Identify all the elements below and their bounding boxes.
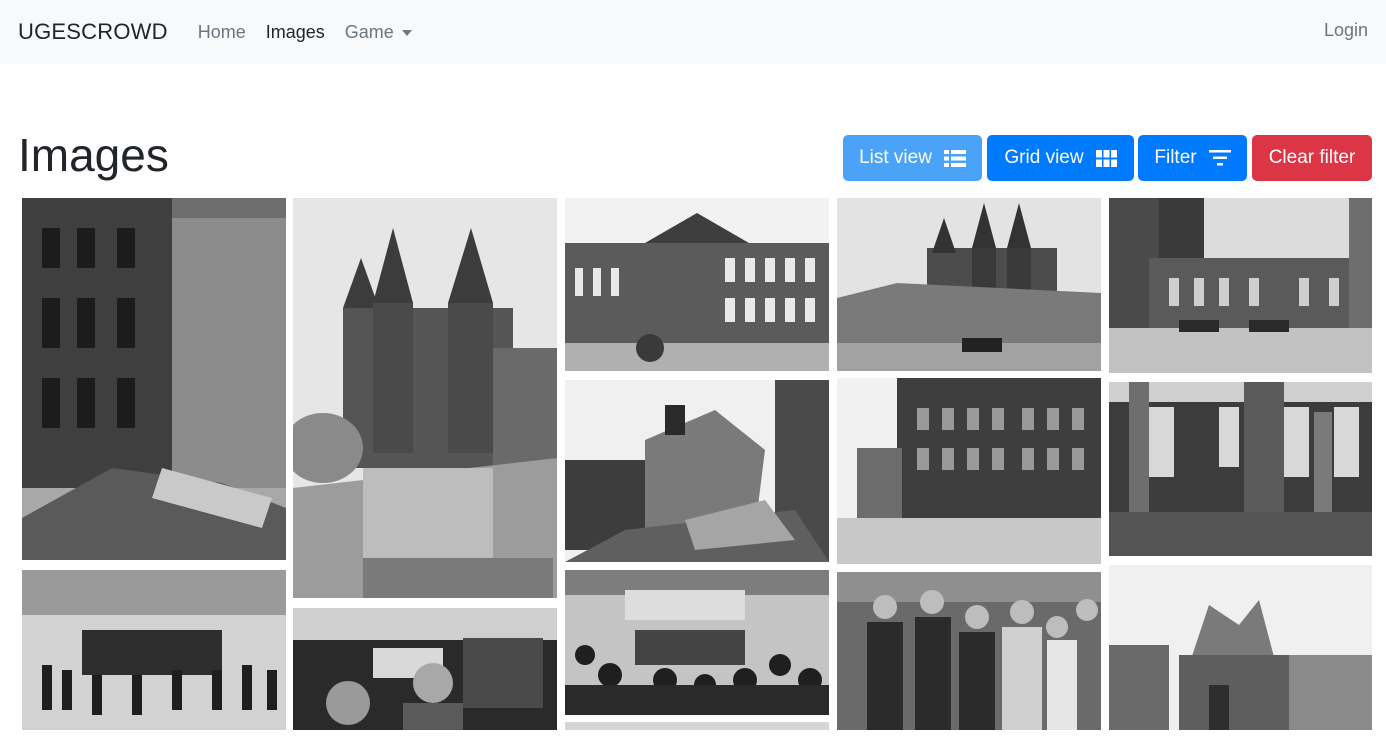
- list-icon: [943, 149, 966, 167]
- photo-soldiers-sign: [293, 608, 557, 730]
- photo-crowd-tank: [22, 570, 286, 730]
- photo-church-interior: [1109, 382, 1372, 556]
- brand-logo[interactable]: UGESCROWD: [18, 19, 168, 45]
- image-tile[interactable]: [293, 198, 557, 598]
- filter-label: Filter: [1154, 147, 1197, 168]
- page-title: Images: [18, 129, 169, 181]
- image-tile[interactable]: [22, 198, 286, 560]
- image-tile[interactable]: [1109, 198, 1372, 373]
- image-tile[interactable]: [565, 570, 829, 715]
- navbar: UGESCROWD Home Images Game Login: [0, 0, 1386, 64]
- photo-parade-tank: [565, 570, 829, 715]
- login-link[interactable]: Login: [1324, 20, 1368, 41]
- image-tile[interactable]: [293, 608, 557, 730]
- caret-down-icon: [401, 29, 412, 36]
- photo-collapsed-house: [565, 380, 829, 562]
- grid-view-label: Grid view: [1004, 147, 1084, 168]
- image-tile[interactable]: [565, 198, 829, 371]
- photo-partial: [565, 722, 829, 730]
- photo-cathedral-distance: [837, 198, 1101, 371]
- nav-images[interactable]: Images: [266, 22, 325, 43]
- photo-gothic-facade: [1109, 565, 1372, 730]
- clear-filter-button[interactable]: Clear filter: [1252, 135, 1372, 181]
- image-tile[interactable]: [837, 378, 1101, 564]
- list-view-button[interactable]: List view: [843, 135, 982, 181]
- image-tile[interactable]: [22, 570, 286, 730]
- image-tile[interactable]: [565, 722, 829, 730]
- image-tile[interactable]: [565, 380, 829, 562]
- photo-group-portrait: [837, 572, 1101, 730]
- image-tile[interactable]: [1109, 382, 1372, 556]
- photo-corner-building: [837, 378, 1101, 564]
- image-tile[interactable]: [837, 572, 1101, 730]
- filter-icon: [1208, 150, 1231, 166]
- photo-street-rubble: [22, 198, 286, 560]
- filter-button[interactable]: Filter: [1138, 135, 1247, 181]
- nav-game-dropdown[interactable]: Game: [345, 22, 412, 43]
- photo-cathedral-ruins: [293, 198, 557, 598]
- photo-burned-palace: [565, 198, 829, 371]
- photo-ruined-church: [1109, 198, 1372, 373]
- nav-home[interactable]: Home: [198, 22, 246, 43]
- image-tile[interactable]: [837, 198, 1101, 371]
- list-view-label: List view: [859, 147, 932, 168]
- nav-game-label: Game: [344, 21, 394, 42]
- grid-icon: [1095, 149, 1117, 167]
- grid-view-button[interactable]: Grid view: [987, 135, 1134, 181]
- image-tile[interactable]: [1109, 565, 1372, 730]
